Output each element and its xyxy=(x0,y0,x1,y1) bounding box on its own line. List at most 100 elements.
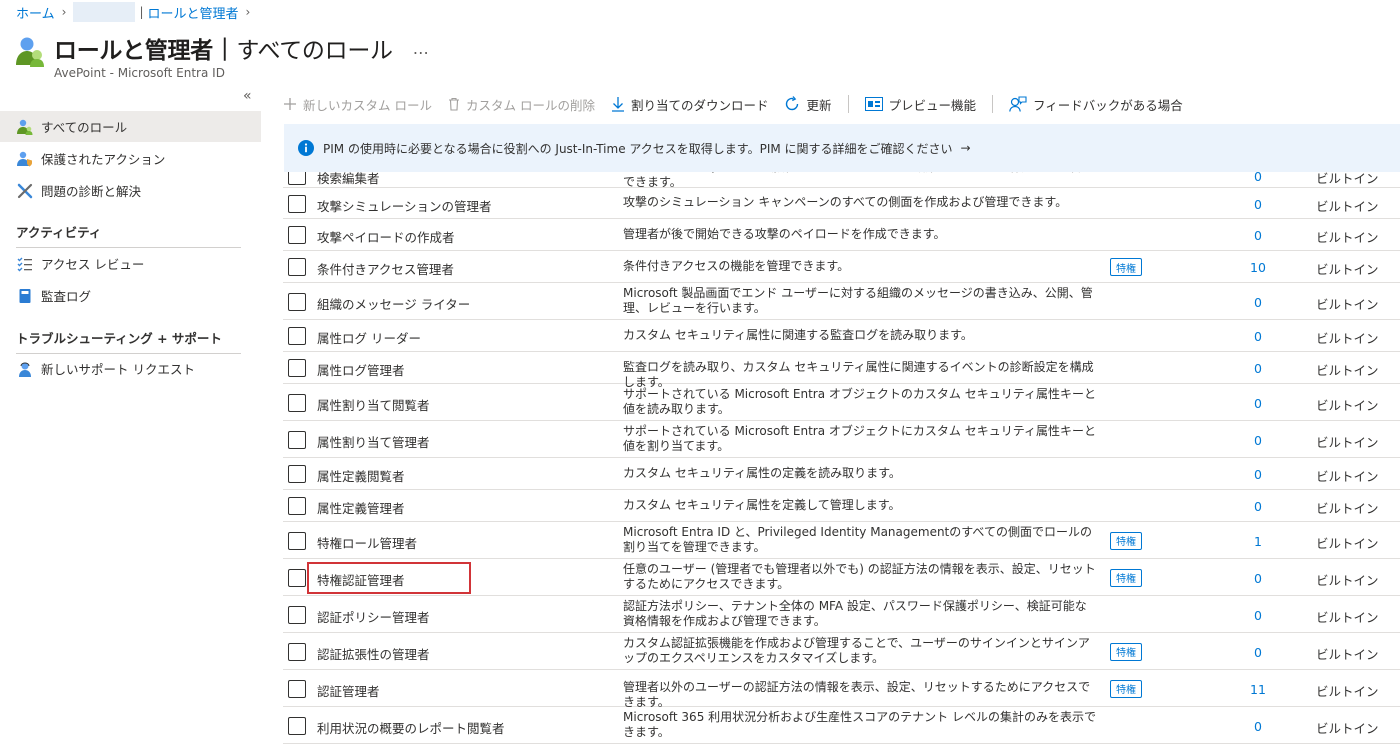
sidebar-item-access-reviews[interactable]: アクセス レビュー xyxy=(0,248,261,279)
protected-actions-icon xyxy=(16,150,34,168)
table-row[interactable]: 認証拡張性の管理者 カスタム認証拡張機能を作成および管理することで、ユーザーのサイ… xyxy=(283,633,1400,670)
assignment-count-link[interactable]: 1 xyxy=(1233,534,1283,549)
assignment-count-link[interactable]: 0 xyxy=(1233,197,1283,212)
assignment-count-link[interactable]: 10 xyxy=(1233,260,1283,275)
table-row[interactable]: 属性定義管理者 カスタム セキュリティ属性を定義して管理します。 0 ビルトイン xyxy=(283,490,1400,522)
role-type: ビルトイン xyxy=(1316,397,1379,413)
sidebar-item-new-support-request[interactable]: 新しいサポート リクエスト xyxy=(0,353,261,384)
assignment-count-link[interactable]: 0 xyxy=(1233,295,1283,310)
assignment-count-link[interactable]: 0 xyxy=(1233,396,1283,411)
role-name[interactable]: 攻撃ペイロードの作成者 xyxy=(317,227,455,246)
assignment-count-link[interactable]: 11 xyxy=(1233,682,1283,697)
row-checkbox[interactable] xyxy=(288,605,306,624)
role-type: ビルトイン xyxy=(1316,501,1379,516)
sidebar-item-diagnose-solve[interactable]: 問題の診断と解決 xyxy=(0,175,261,206)
highlight-box xyxy=(307,561,471,594)
refresh-button[interactable]: 更新 xyxy=(784,95,832,114)
sidebar-item-audit-logs[interactable]: 監査ログ xyxy=(0,280,261,311)
row-checkbox[interactable] xyxy=(288,716,306,735)
table-row[interactable]: 属性割り当て閲覧者 サポートされている Microsoft Entra オブジェク… xyxy=(283,384,1400,421)
row-checkbox[interactable] xyxy=(288,568,306,587)
new-custom-role-button[interactable]: 新しいカスタム ロール xyxy=(283,95,432,114)
role-name[interactable]: 属性割り当て管理者 xyxy=(317,432,430,451)
download-assignments-button[interactable]: 割り当てのダウンロード xyxy=(611,95,768,114)
table-row[interactable]: 属性割り当て管理者 サポートされている Microsoft Entra オブジェク… xyxy=(283,421,1400,458)
assignment-count-link[interactable]: 0 xyxy=(1233,361,1283,376)
role-name[interactable]: 属性ログ リーダー xyxy=(317,328,421,347)
feedback-button[interactable]: フィードバックがある場合 xyxy=(1009,95,1183,114)
role-name[interactable]: 認証管理者 xyxy=(317,681,380,700)
assignment-count-link[interactable]: 0 xyxy=(1233,645,1283,660)
role-name[interactable]: 組織のメッセージ ライター xyxy=(317,294,470,313)
sidebar-item-all-roles[interactable]: すべてのロール xyxy=(0,111,261,142)
assignment-count-link[interactable]: 0 xyxy=(1233,608,1283,623)
table-row[interactable]: 条件付きアクセス管理者 条件付きアクセスの機能を管理できます。 特権 10 ビルトイン xyxy=(283,251,1400,283)
table-row[interactable]: 利用状況の概要のレポート閲覧者 Microsoft 365 利用状況分析および生産… xyxy=(283,707,1400,744)
breadcrumb-divider: | xyxy=(139,5,144,19)
pim-info-banner[interactable]: PIM の使用時に必要となる場合に役割への Just-In-Time アクセスを… xyxy=(284,124,1400,172)
preview-features-button[interactable]: プレビュー機能 xyxy=(864,95,976,114)
arrow-right-icon: → xyxy=(960,141,971,155)
row-checkbox[interactable] xyxy=(288,194,306,213)
table-row[interactable]: 属性ログ リーダー カスタム セキュリティ属性に関連する監査ログを読み取ります。 0… xyxy=(283,320,1400,352)
chevron-right-icon: › xyxy=(61,5,67,19)
assignment-count-link[interactable]: 0 xyxy=(1233,571,1283,586)
redacted-tenant-link[interactable] xyxy=(73,2,136,22)
table-row[interactable]: 特権ロール管理者 Microsoft Entra ID と、Privileged … xyxy=(283,522,1400,559)
table-row[interactable]: 攻撃ペイロードの作成者 管理者が後で開始できる攻撃のペイロードを作成できます。 0 ビ… xyxy=(283,219,1400,251)
role-name[interactable]: 条件付きアクセス管理者 xyxy=(317,259,454,278)
roles-icon xyxy=(16,118,34,136)
table-row[interactable]: 組織のメッセージ ライター Microsoft 製品画面でエンド ユーザーに対する… xyxy=(283,283,1400,320)
table-row[interactable]: 認証管理者 管理者以外のユーザーの認証方法の情報を表示、設定、リセットするためにア… xyxy=(283,670,1400,709)
role-name[interactable]: 特権ロール管理者 xyxy=(317,533,417,552)
role-name[interactable]: 属性割り当て閲覧者 xyxy=(317,395,430,414)
assignment-count-link[interactable]: 0 xyxy=(1233,467,1283,482)
download-icon xyxy=(611,96,625,112)
row-checkbox[interactable] xyxy=(288,497,306,515)
role-name[interactable]: 検索編集者 xyxy=(317,172,380,187)
assignment-count-link[interactable]: 0 xyxy=(1233,719,1283,734)
role-name[interactable]: 攻撃シミュレーションの管理者 xyxy=(317,196,492,215)
row-checkbox[interactable] xyxy=(288,359,306,377)
collapse-sidebar-button[interactable]: « xyxy=(243,88,252,104)
row-checkbox[interactable] xyxy=(288,531,306,550)
row-checkbox[interactable] xyxy=(288,393,306,412)
book-icon xyxy=(16,287,34,305)
breadcrumb-current-link[interactable]: ロールと管理者 xyxy=(147,3,238,22)
more-options-button[interactable]: … xyxy=(413,39,429,58)
row-checkbox[interactable] xyxy=(288,226,306,244)
assignment-count-link[interactable]: 0 xyxy=(1233,433,1283,448)
role-type: ビルトイン xyxy=(1316,609,1379,625)
table-row[interactable]: 属性ログ管理者 監査ログを読み取り、カスタム セキュリティ属性に関連するイベントの… xyxy=(283,352,1400,389)
sidebar-item-label: すべてのロール xyxy=(41,120,128,135)
assignment-count-link[interactable]: 0 xyxy=(1233,228,1283,243)
table-row[interactable]: 検索編集者ブックマーク、Q and A、場所、フロア プランなどの編集コンテンツ… xyxy=(283,172,1400,189)
row-checkbox[interactable] xyxy=(288,465,306,483)
assignment-count-link[interactable]: 0 xyxy=(1233,499,1283,514)
sidebar-item-protected-actions[interactable]: 保護されたアクション xyxy=(0,143,261,174)
row-checkbox[interactable] xyxy=(288,327,306,345)
role-name[interactable]: 利用状況の概要のレポート閲覧者 xyxy=(317,718,505,737)
feedback-person-icon xyxy=(1009,96,1027,112)
delete-custom-role-button[interactable]: カスタム ロールの削除 xyxy=(448,95,595,114)
breadcrumb-home-link[interactable]: ホーム xyxy=(16,3,55,22)
row-checkbox[interactable] xyxy=(288,430,306,449)
row-checkbox[interactable] xyxy=(288,258,306,276)
role-name[interactable]: 認証ポリシー管理者 xyxy=(317,607,430,626)
assignment-count-link[interactable]: 0 xyxy=(1233,329,1283,344)
role-name[interactable]: 認証拡張性の管理者 xyxy=(317,644,430,663)
table-row[interactable]: 属性定義閲覧者 カスタム セキュリティ属性の定義を読み取ります。 0 ビルトイン xyxy=(283,458,1400,490)
row-checkbox[interactable] xyxy=(288,292,306,311)
page-header: ロールと管理者 | すべてのロール … AvePoint - Microsoft… xyxy=(16,31,429,80)
role-type: ビルトイン xyxy=(1316,572,1379,588)
table-row[interactable]: 特権認証管理者 任意のユーザー (管理者でも管理者以外でも) の認証方法の情報を表… xyxy=(283,559,1400,596)
table-row[interactable]: 認証ポリシー管理者 認証方法ポリシー、テナント全体の MFA 設定、パスワード保護… xyxy=(283,596,1400,633)
role-name[interactable]: 属性ログ管理者 xyxy=(317,360,405,379)
table-row[interactable]: 攻撃シミュレーションの管理者 攻撃のシミュレーション キャンペーンのすべての側面を… xyxy=(283,188,1400,219)
row-checkbox[interactable] xyxy=(288,172,306,185)
row-checkbox[interactable] xyxy=(288,642,306,661)
assignment-count-link[interactable]: 0 xyxy=(1233,172,1283,184)
row-checkbox[interactable] xyxy=(288,679,306,698)
role-name[interactable]: 属性定義閲覧者 xyxy=(317,466,405,485)
role-name[interactable]: 属性定義管理者 xyxy=(317,498,405,517)
